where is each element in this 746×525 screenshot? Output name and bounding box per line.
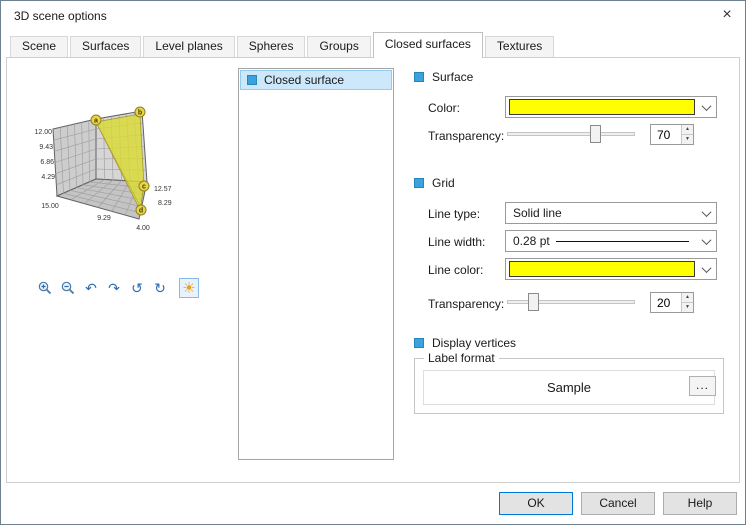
x-tick: 15.00 <box>41 203 59 210</box>
slider-thumb[interactable] <box>527 293 539 311</box>
content-panel: 12.00 9.43 6.86 4.29 15.00 9.29 4.00 12.… <box>6 57 740 483</box>
label-format-legend: Label format <box>424 351 499 365</box>
titlebar: 3D scene options × <box>1 1 745 31</box>
line-color-select[interactable] <box>505 258 717 280</box>
label-format-preview: Sample <box>423 370 715 405</box>
spin-up-icon[interactable]: ▲ <box>682 125 693 134</box>
tab-scene[interactable]: Scene <box>10 36 69 57</box>
surface-transparency-slider[interactable] <box>505 124 637 144</box>
label-format-group: Label format Sample ... <box>414 351 724 414</box>
line-width-value: 0.28 pt <box>513 234 550 248</box>
chevron-down-icon <box>697 231 716 251</box>
surface-transparency-label: Transparency: <box>428 129 505 143</box>
3d-preview-viewport[interactable]: 12.00 9.43 6.86 4.29 15.00 9.29 4.00 12.… <box>19 74 234 244</box>
list-item-checkbox-icon <box>247 75 257 85</box>
grid-section-header: Grid <box>414 176 455 190</box>
tab-textures[interactable]: Textures <box>484 36 555 57</box>
surface-section-label: Surface <box>432 70 474 84</box>
list-item-closed-surface[interactable]: Closed surface <box>240 70 392 90</box>
rotate-right-icon[interactable]: ↷ <box>104 278 124 298</box>
preview-toolbar: ↶ ↷ ↺ ↻ ☀ <box>35 278 199 298</box>
ok-button[interactable]: OK <box>499 492 573 515</box>
tab-groups[interactable]: Groups <box>307 36 371 57</box>
window-title: 3D scene options <box>14 9 107 23</box>
grid-transparency-label: Transparency: <box>428 297 505 311</box>
tab-level-planes[interactable]: Level planes <box>143 36 235 57</box>
cancel-button[interactable]: Cancel <box>581 492 655 515</box>
line-type-select[interactable]: Solid line <box>505 202 717 224</box>
display-vertices-row: Display vertices <box>414 336 516 350</box>
line-type-value: Solid line <box>513 206 562 220</box>
y-tick: 9.43 <box>39 144 53 151</box>
tab-spheres[interactable]: Spheres <box>236 36 306 57</box>
slider-track <box>507 132 635 136</box>
vertex-label-a: a <box>94 118 98 125</box>
vertex-label-b: b <box>138 110 142 117</box>
surface-color-select[interactable] <box>505 96 717 118</box>
chevron-down-icon <box>697 259 716 279</box>
closed-surfaces-list[interactable]: Closed surface <box>238 68 394 460</box>
spin-left-icon[interactable]: ↺ <box>127 278 147 298</box>
y-tick: 4.29 <box>41 174 55 181</box>
grid-checkbox[interactable] <box>414 178 424 188</box>
close-icon: × <box>722 6 732 23</box>
surface-transparency-spinner[interactable]: ▲ ▼ <box>650 124 694 145</box>
spin-right-icon[interactable]: ↻ <box>150 278 170 298</box>
surface-checkbox[interactable] <box>414 72 424 82</box>
line-type-label: Line type: <box>428 207 481 221</box>
rotate-left-icon[interactable]: ↶ <box>81 278 101 298</box>
vertex-label-c: c <box>142 184 146 191</box>
display-vertices-label: Display vertices <box>432 336 517 350</box>
grid-transparency-input[interactable] <box>651 293 681 312</box>
label-format-more-button[interactable]: ... <box>689 376 716 396</box>
close-button[interactable]: × <box>709 1 745 31</box>
tab-surfaces[interactable]: Surfaces <box>70 36 142 57</box>
lighting-icon[interactable]: ☀ <box>179 278 199 298</box>
sample-text: Sample <box>546 380 592 395</box>
grid-transparency-spinner[interactable]: ▲ ▼ <box>650 292 694 313</box>
z-tick: 8.29 <box>158 200 172 207</box>
grid-section-label: Grid <box>432 176 455 190</box>
z-tick: 12.57 <box>154 186 172 193</box>
zoom-in-icon[interactable] <box>35 278 55 298</box>
dialog-footer: OK Cancel Help <box>499 492 737 515</box>
line-width-select[interactable]: 0.28 pt <box>505 230 717 252</box>
chevron-down-icon <box>697 97 716 117</box>
tab-bar: Scene Surfaces Level planes Spheres Grou… <box>10 32 556 58</box>
slider-track <box>507 300 635 304</box>
spin-up-icon[interactable]: ▲ <box>682 293 693 302</box>
y-tick: 6.86 <box>40 159 54 166</box>
zoom-out-icon[interactable] <box>58 278 78 298</box>
line-color-label: Line color: <box>428 263 484 277</box>
help-button[interactable]: Help <box>663 492 737 515</box>
tab-closed-surfaces[interactable]: Closed surfaces <box>372 32 483 58</box>
chevron-down-icon <box>697 203 716 223</box>
display-vertices-checkbox[interactable] <box>414 338 424 348</box>
surface-color-swatch <box>509 99 695 115</box>
surface-color-label: Color: <box>428 101 461 115</box>
spin-down-icon[interactable]: ▼ <box>682 302 693 312</box>
surface-transparency-input[interactable] <box>651 125 681 144</box>
line-width-sample <box>555 240 689 242</box>
3d-scene-options-dialog: 3D scene options × Scene Surfaces Level … <box>0 0 746 525</box>
line-color-swatch <box>509 261 695 277</box>
x-tick: 4.00 <box>136 225 150 232</box>
list-item-label: Closed surface <box>264 73 345 87</box>
spin-down-icon[interactable]: ▼ <box>682 134 693 144</box>
line-width-label: Line width: <box>428 235 486 249</box>
vertex-label-d: d <box>139 208 143 215</box>
y-tick: 12.00 <box>34 129 52 136</box>
surface-section-header: Surface <box>414 70 473 84</box>
slider-thumb[interactable] <box>589 125 601 143</box>
x-tick: 9.29 <box>97 215 111 222</box>
grid-transparency-slider[interactable] <box>505 292 637 312</box>
